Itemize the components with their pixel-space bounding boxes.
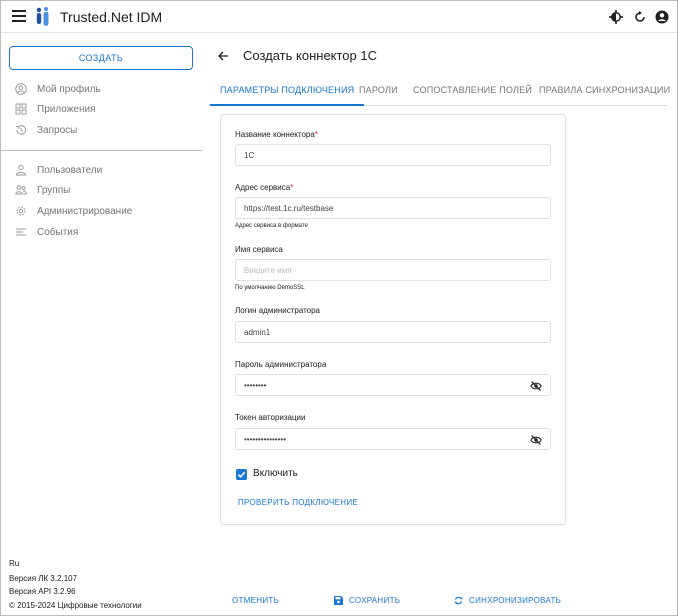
sync-button[interactable]: СИНХРОНИЗИРОВАТЬ [454, 594, 561, 606]
app-header: Trusted.Net IDM [1, 1, 677, 33]
save-button[interactable]: СОХРАНИТЬ [334, 594, 400, 606]
admin-password-label: Пароль администратора [235, 360, 327, 369]
service-address-label: Адрес сервиса* [235, 183, 294, 192]
sidebar-item-label: Группы [37, 184, 71, 196]
sidebar-item-events[interactable]: События [15, 224, 78, 240]
sidebar-item-apps[interactable]: Приложения [15, 101, 96, 117]
admin-login-input[interactable]: admin1 [235, 321, 551, 343]
tab-sync-rules[interactable]: ПРАВИЛА СИНХРОНИЗАЦИИ [539, 80, 670, 106]
service-address-input[interactable]: https://test.1c.ru/testbase [235, 197, 551, 219]
sidebar-item-label: Администрирование [37, 205, 133, 217]
auth-token-label: Токен авторизации [235, 413, 306, 422]
sidebar-item-label: События [37, 226, 79, 238]
language-selector[interactable]: Ru [9, 559, 19, 568]
visibility-off-icon[interactable] [530, 380, 542, 392]
connector-form-card: Название коннектора* 1С Адрес сервиса* h… [220, 114, 566, 525]
lk-version: Версия ЛК 3.2.107 [9, 574, 78, 583]
sidebar-divider [1, 150, 202, 151]
sidebar-item-requests[interactable]: Запросы [15, 122, 77, 138]
account-icon[interactable] [655, 10, 669, 24]
sidebar-item-label: Приложения [37, 103, 96, 115]
admin-login-label: Логин администратора [235, 306, 321, 315]
sidebar-item-administration[interactable]: Администрирование [15, 203, 132, 219]
theme-toggle-icon[interactable] [609, 10, 623, 24]
visibility-off-icon[interactable] [530, 434, 542, 446]
admin-password-input[interactable]: •••••••• [235, 374, 551, 396]
cancel-button[interactable]: ОТМЕНИТЬ [232, 594, 279, 606]
back-arrow-icon[interactable] [217, 50, 229, 62]
sidebar-item-users[interactable]: Пользователи [15, 162, 102, 178]
list-icon [16, 228, 26, 236]
create-button[interactable]: СОЗДАТЬ [9, 46, 193, 70]
enable-checkbox[interactable] [236, 469, 247, 480]
sidebar-item-label: Запросы [37, 124, 78, 136]
group-icon [15, 185, 27, 195]
sidebar-item-label: Мой профиль [37, 83, 101, 95]
person-icon [15, 164, 27, 176]
required-mark: * [314, 130, 318, 139]
auth-token-input[interactable]: ••••••••••••••• [235, 428, 551, 450]
menu-icon[interactable] [12, 10, 26, 23]
api-version: Версия API 3.2.96 [9, 587, 76, 596]
required-mark: * [290, 183, 294, 192]
page-title: Создать коннектор 1С [243, 48, 377, 63]
sidebar-item-groups[interactable]: Группы [15, 182, 70, 198]
tab-connection-params[interactable]: ПАРАМЕТРЫ ПОДКЛЮЧЕНИЯ [210, 80, 365, 106]
enable-checkbox-label[interactable]: Включить [253, 468, 298, 479]
sidebar-item-label: Пользователи [37, 164, 103, 176]
service-address-helper: Адрес сервиса в формате [235, 223, 308, 229]
connector-name-input[interactable]: 1С [235, 144, 551, 166]
service-name-input[interactable]: Введите имя [235, 259, 551, 281]
logo-icon [36, 7, 49, 26]
connector-name-label: Название коннектора* [235, 130, 318, 139]
service-name-label: Имя сервиса [235, 245, 283, 254]
tab-passwords[interactable]: ПАРОЛИ [359, 80, 398, 106]
refresh-icon[interactable] [633, 10, 647, 24]
user-circle-icon [15, 83, 27, 95]
check-connection-button[interactable]: ПРОВЕРИТЬ ПОДКЛЮЧЕНИЕ [238, 498, 358, 507]
gear-icon [16, 206, 26, 216]
app-title: Trusted.Net IDM [60, 9, 163, 25]
tab-field-mapping[interactable]: СОПОСТАВЛЕНИЕ ПОЛЕЙ [413, 80, 532, 106]
sync-icon [454, 596, 463, 604]
save-icon [334, 595, 343, 605]
copyright: © 2015-2024 Цифровые технологии [9, 601, 142, 610]
tab-bar: ПАРАМЕТРЫ ПОДКЛЮЧЕНИЯ ПАРОЛИ СОПОСТАВЛЕН… [210, 80, 670, 106]
sidebar-item-my-profile[interactable]: Мой профиль [15, 81, 101, 97]
apps-icon [15, 103, 27, 115]
service-name-helper: По умолчанию DemoSSL [235, 285, 305, 291]
history-icon [15, 125, 27, 135]
sidebar: СОЗДАТЬ Мой профиль Приложения Запросы П… [1, 33, 202, 615]
